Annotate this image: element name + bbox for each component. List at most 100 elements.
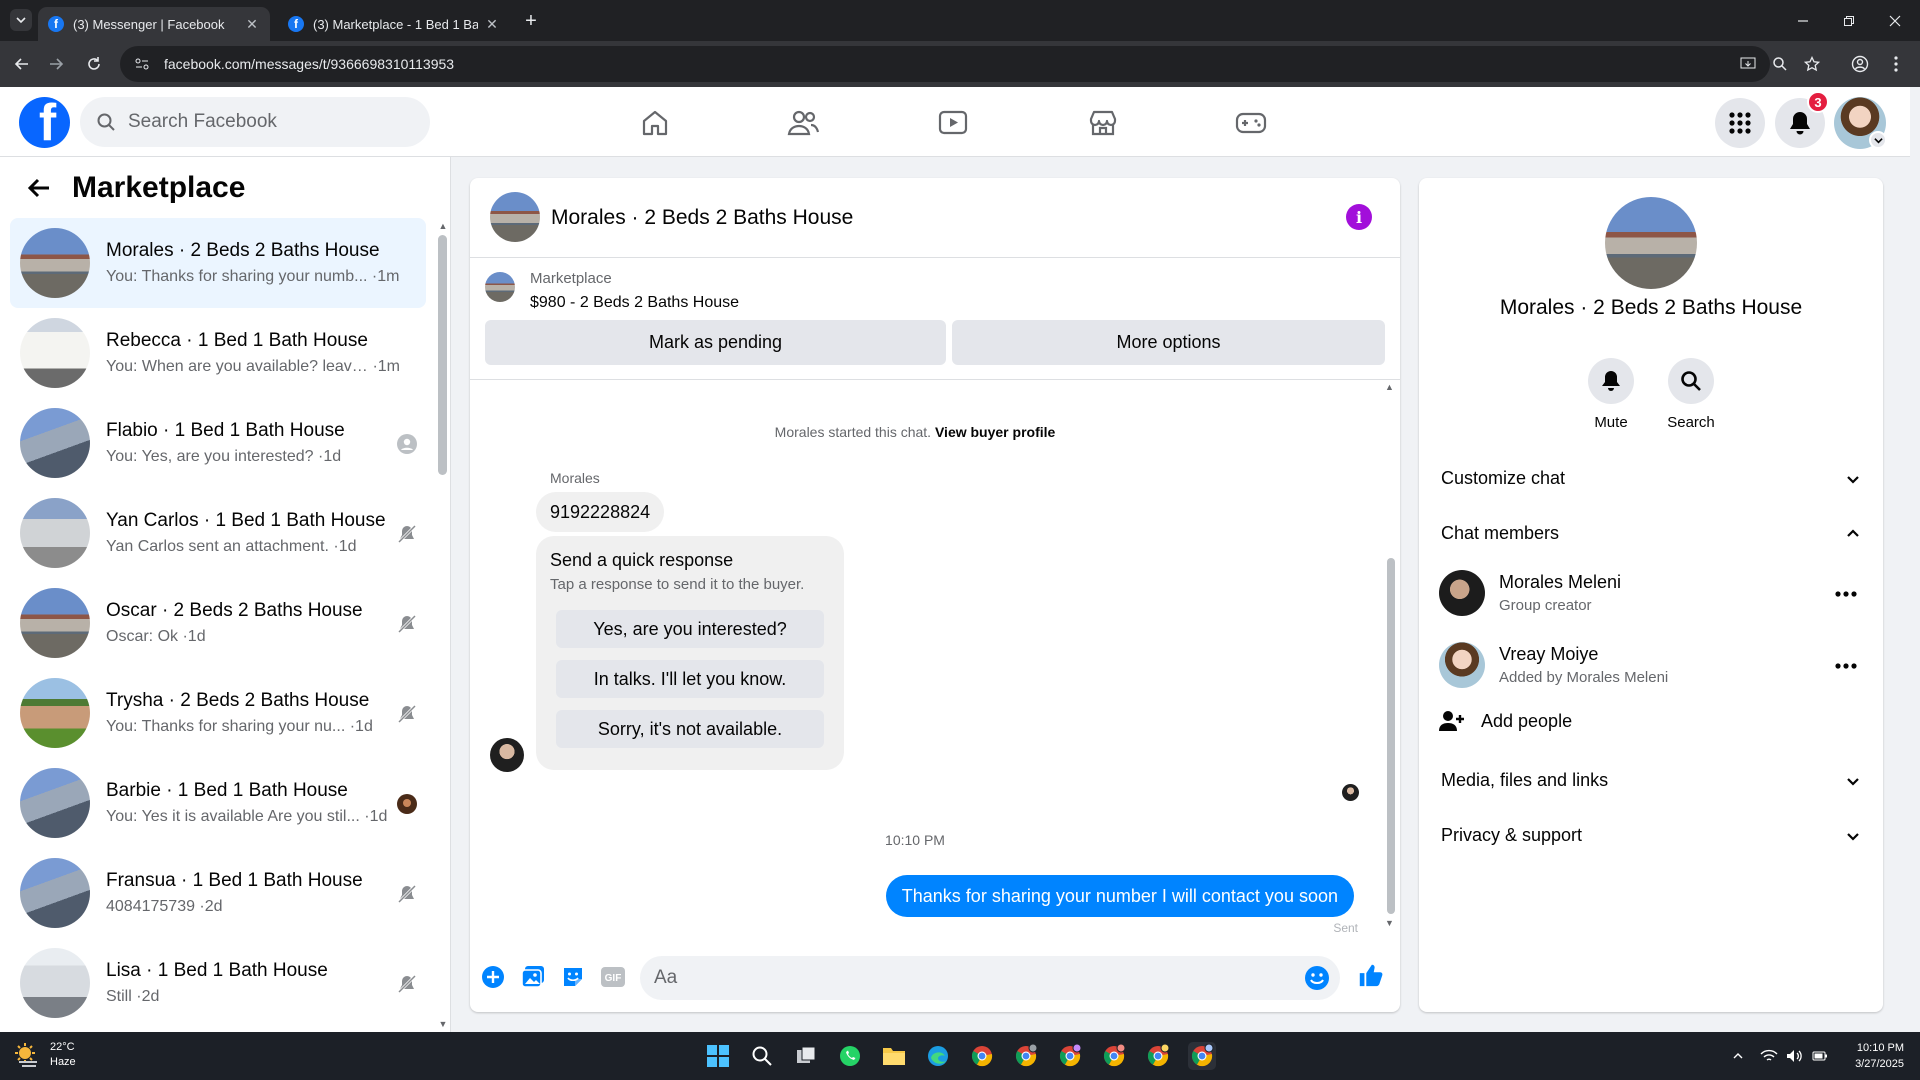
address-bar[interactable]: facebook.com/messages/t/9366698310113953 (120, 46, 1770, 82)
edge-app[interactable] (924, 1042, 952, 1070)
more-options-icon[interactable] (1834, 654, 1858, 678)
chat-title[interactable]: Morales · 2 Beds 2 Baths House (551, 206, 853, 230)
chrome-profile-app[interactable] (1100, 1042, 1128, 1070)
wifi-icon[interactable] (1760, 1044, 1778, 1068)
chat-avatar[interactable] (490, 192, 540, 242)
add-people-button[interactable]: Add people (1439, 710, 1572, 732)
privacy-support-row[interactable]: Privacy & support (1441, 825, 1861, 846)
message-input-box[interactable] (640, 956, 1340, 1000)
sender-avatar[interactable] (490, 738, 524, 772)
listing-thumbnail[interactable] (485, 272, 515, 302)
system-clock[interactable]: 10:10 PM 3/27/2025 (1838, 1040, 1904, 1072)
conversation-item[interactable]: Oscar · 2 Beds 2 Baths House Oscar: Ok ·… (10, 578, 426, 668)
conversation-item[interactable]: Rebecca · 1 Bed 1 Bath House You: When a… (10, 308, 426, 398)
back-button[interactable] (24, 173, 54, 203)
search-input[interactable] (128, 111, 408, 133)
gaming-nav[interactable] (1229, 101, 1273, 145)
account-chevron[interactable] (1869, 131, 1887, 149)
scroll-up-arrow[interactable]: ▲ (1385, 382, 1394, 392)
quick-reply-button[interactable]: Yes, are you interested? (556, 610, 824, 648)
quick-reply-button[interactable]: In talks. I'll let you know. (556, 660, 824, 698)
close-icon[interactable]: ✕ (484, 16, 500, 32)
chat-member[interactable]: Vreay Moiye Added by Morales Meleni (1439, 642, 1869, 692)
facebook-search[interactable] (80, 97, 430, 147)
install-app-icon[interactable] (1736, 52, 1760, 76)
page-scrollbar[interactable] (1910, 87, 1920, 1032)
chat-member[interactable]: Morales Meleni Group creator (1439, 570, 1869, 620)
bell-icon (1602, 371, 1620, 391)
home-nav[interactable] (633, 101, 677, 145)
back-button[interactable] (10, 52, 34, 76)
image-icon[interactable] (520, 964, 546, 990)
menu-button[interactable] (1715, 98, 1765, 148)
forward-button[interactable] (44, 52, 68, 76)
more-options-icon[interactable] (1834, 582, 1858, 606)
chat-members-row[interactable]: Chat members (1441, 523, 1861, 544)
tray-overflow-button[interactable] (1732, 1044, 1744, 1068)
chrome-profile-app[interactable] (1012, 1042, 1040, 1070)
whatsapp-app[interactable] (836, 1042, 864, 1070)
conversation-item[interactable]: Fransua · 1 Bed 1 Bath House 4084175739 … (10, 848, 426, 938)
info-icon[interactable]: i (1346, 204, 1372, 230)
view-buyer-profile-link[interactable]: View buyer profile (935, 424, 1055, 440)
zoom-icon[interactable] (1768, 52, 1792, 76)
gif-icon[interactable]: GIF (600, 964, 626, 990)
taskbar-search-button[interactable] (748, 1042, 776, 1070)
file-explorer-app[interactable] (880, 1042, 908, 1070)
tab-search-button[interactable] (10, 9, 32, 31)
conversation-item[interactable]: Yan Carlos · 1 Bed 1 Bath House Yan Carl… (10, 488, 426, 578)
sticker-icon[interactable] (560, 964, 586, 990)
volume-icon[interactable] (1786, 1044, 1804, 1068)
weather-widget[interactable]: 22°C Haze (14, 1040, 76, 1070)
new-tab-button[interactable]: + (520, 10, 542, 33)
profile-icon[interactable] (1848, 52, 1872, 76)
mark-pending-button[interactable]: Mark as pending (485, 320, 946, 365)
restore-button[interactable] (1826, 0, 1872, 41)
reload-button[interactable] (82, 52, 106, 76)
task-view-button[interactable] (792, 1042, 820, 1070)
tab-messenger[interactable]: f (3) Messenger | Facebook ✕ (38, 7, 270, 41)
emoji-icon[interactable] (1304, 965, 1330, 991)
chrome-app[interactable] (968, 1042, 996, 1070)
facebook-logo[interactable]: f (19, 97, 70, 148)
browser-menu-icon[interactable] (1884, 52, 1908, 76)
marketplace-nav[interactable] (1081, 101, 1125, 145)
start-button[interactable] (704, 1042, 732, 1070)
mute-action[interactable]: Mute (1571, 358, 1651, 431)
scroll-down-arrow[interactable]: ▼ (1385, 918, 1394, 928)
conversation-item[interactable]: Lisa · 1 Bed 1 Bath House Still · 2d (10, 938, 426, 1028)
search-action[interactable]: Search (1651, 358, 1731, 431)
plus-icon[interactable] (480, 964, 506, 990)
friends-nav[interactable] (781, 101, 825, 145)
media-files-row[interactable]: Media, files and links (1441, 770, 1861, 791)
conversation-item[interactable]: Flabio · 1 Bed 1 Bath House You: Yes, ar… (10, 398, 426, 488)
incoming-message[interactable]: 9192228824 (536, 492, 665, 532)
tab-marketplace[interactable]: f (3) Marketplace - 1 Bed 1 Bath ✕ (278, 7, 510, 41)
chrome-profile-app[interactable] (1144, 1042, 1172, 1070)
quick-reply-button[interactable]: Sorry, it's not available. (556, 710, 824, 748)
battery-icon[interactable] (1812, 1044, 1828, 1068)
add-people-label: Add people (1481, 710, 1573, 731)
chrome-profile-app[interactable] (1056, 1042, 1084, 1070)
scroll-up-arrow[interactable]: ▲ (438, 221, 448, 231)
listing-price[interactable]: $980 - 2 Beds 2 Baths House (530, 294, 739, 312)
video-nav[interactable] (931, 101, 975, 145)
minimize-button[interactable] (1780, 0, 1826, 41)
sidebar-scrollbar[interactable] (438, 235, 447, 475)
conversation-item[interactable]: Barbie · 1 Bed 1 Bath House You: Yes it … (10, 758, 426, 848)
message-input[interactable] (654, 967, 1304, 989)
more-options-button[interactable]: More options (952, 320, 1385, 365)
scroll-down-arrow[interactable]: ▼ (438, 1019, 448, 1029)
close-icon[interactable]: ✕ (244, 16, 260, 32)
outgoing-message[interactable]: Thanks for sharing your number I will co… (885, 875, 1354, 917)
chat-scrollbar[interactable] (1387, 558, 1395, 914)
conversation-item[interactable]: Trysha · 2 Beds 2 Baths House You: Thank… (10, 668, 426, 758)
site-settings-icon[interactable] (134, 56, 150, 72)
member-avatar (1439, 570, 1485, 616)
conversation-item[interactable]: Morales · 2 Beds 2 Baths House You: Than… (10, 218, 426, 308)
bookmark-star-icon[interactable] (1800, 52, 1824, 76)
chrome-profile-app-active[interactable] (1188, 1042, 1216, 1070)
like-thumb-icon[interactable] (1357, 962, 1383, 988)
customize-chat-row[interactable]: Customize chat (1441, 468, 1861, 489)
close-window-button[interactable] (1872, 0, 1918, 41)
